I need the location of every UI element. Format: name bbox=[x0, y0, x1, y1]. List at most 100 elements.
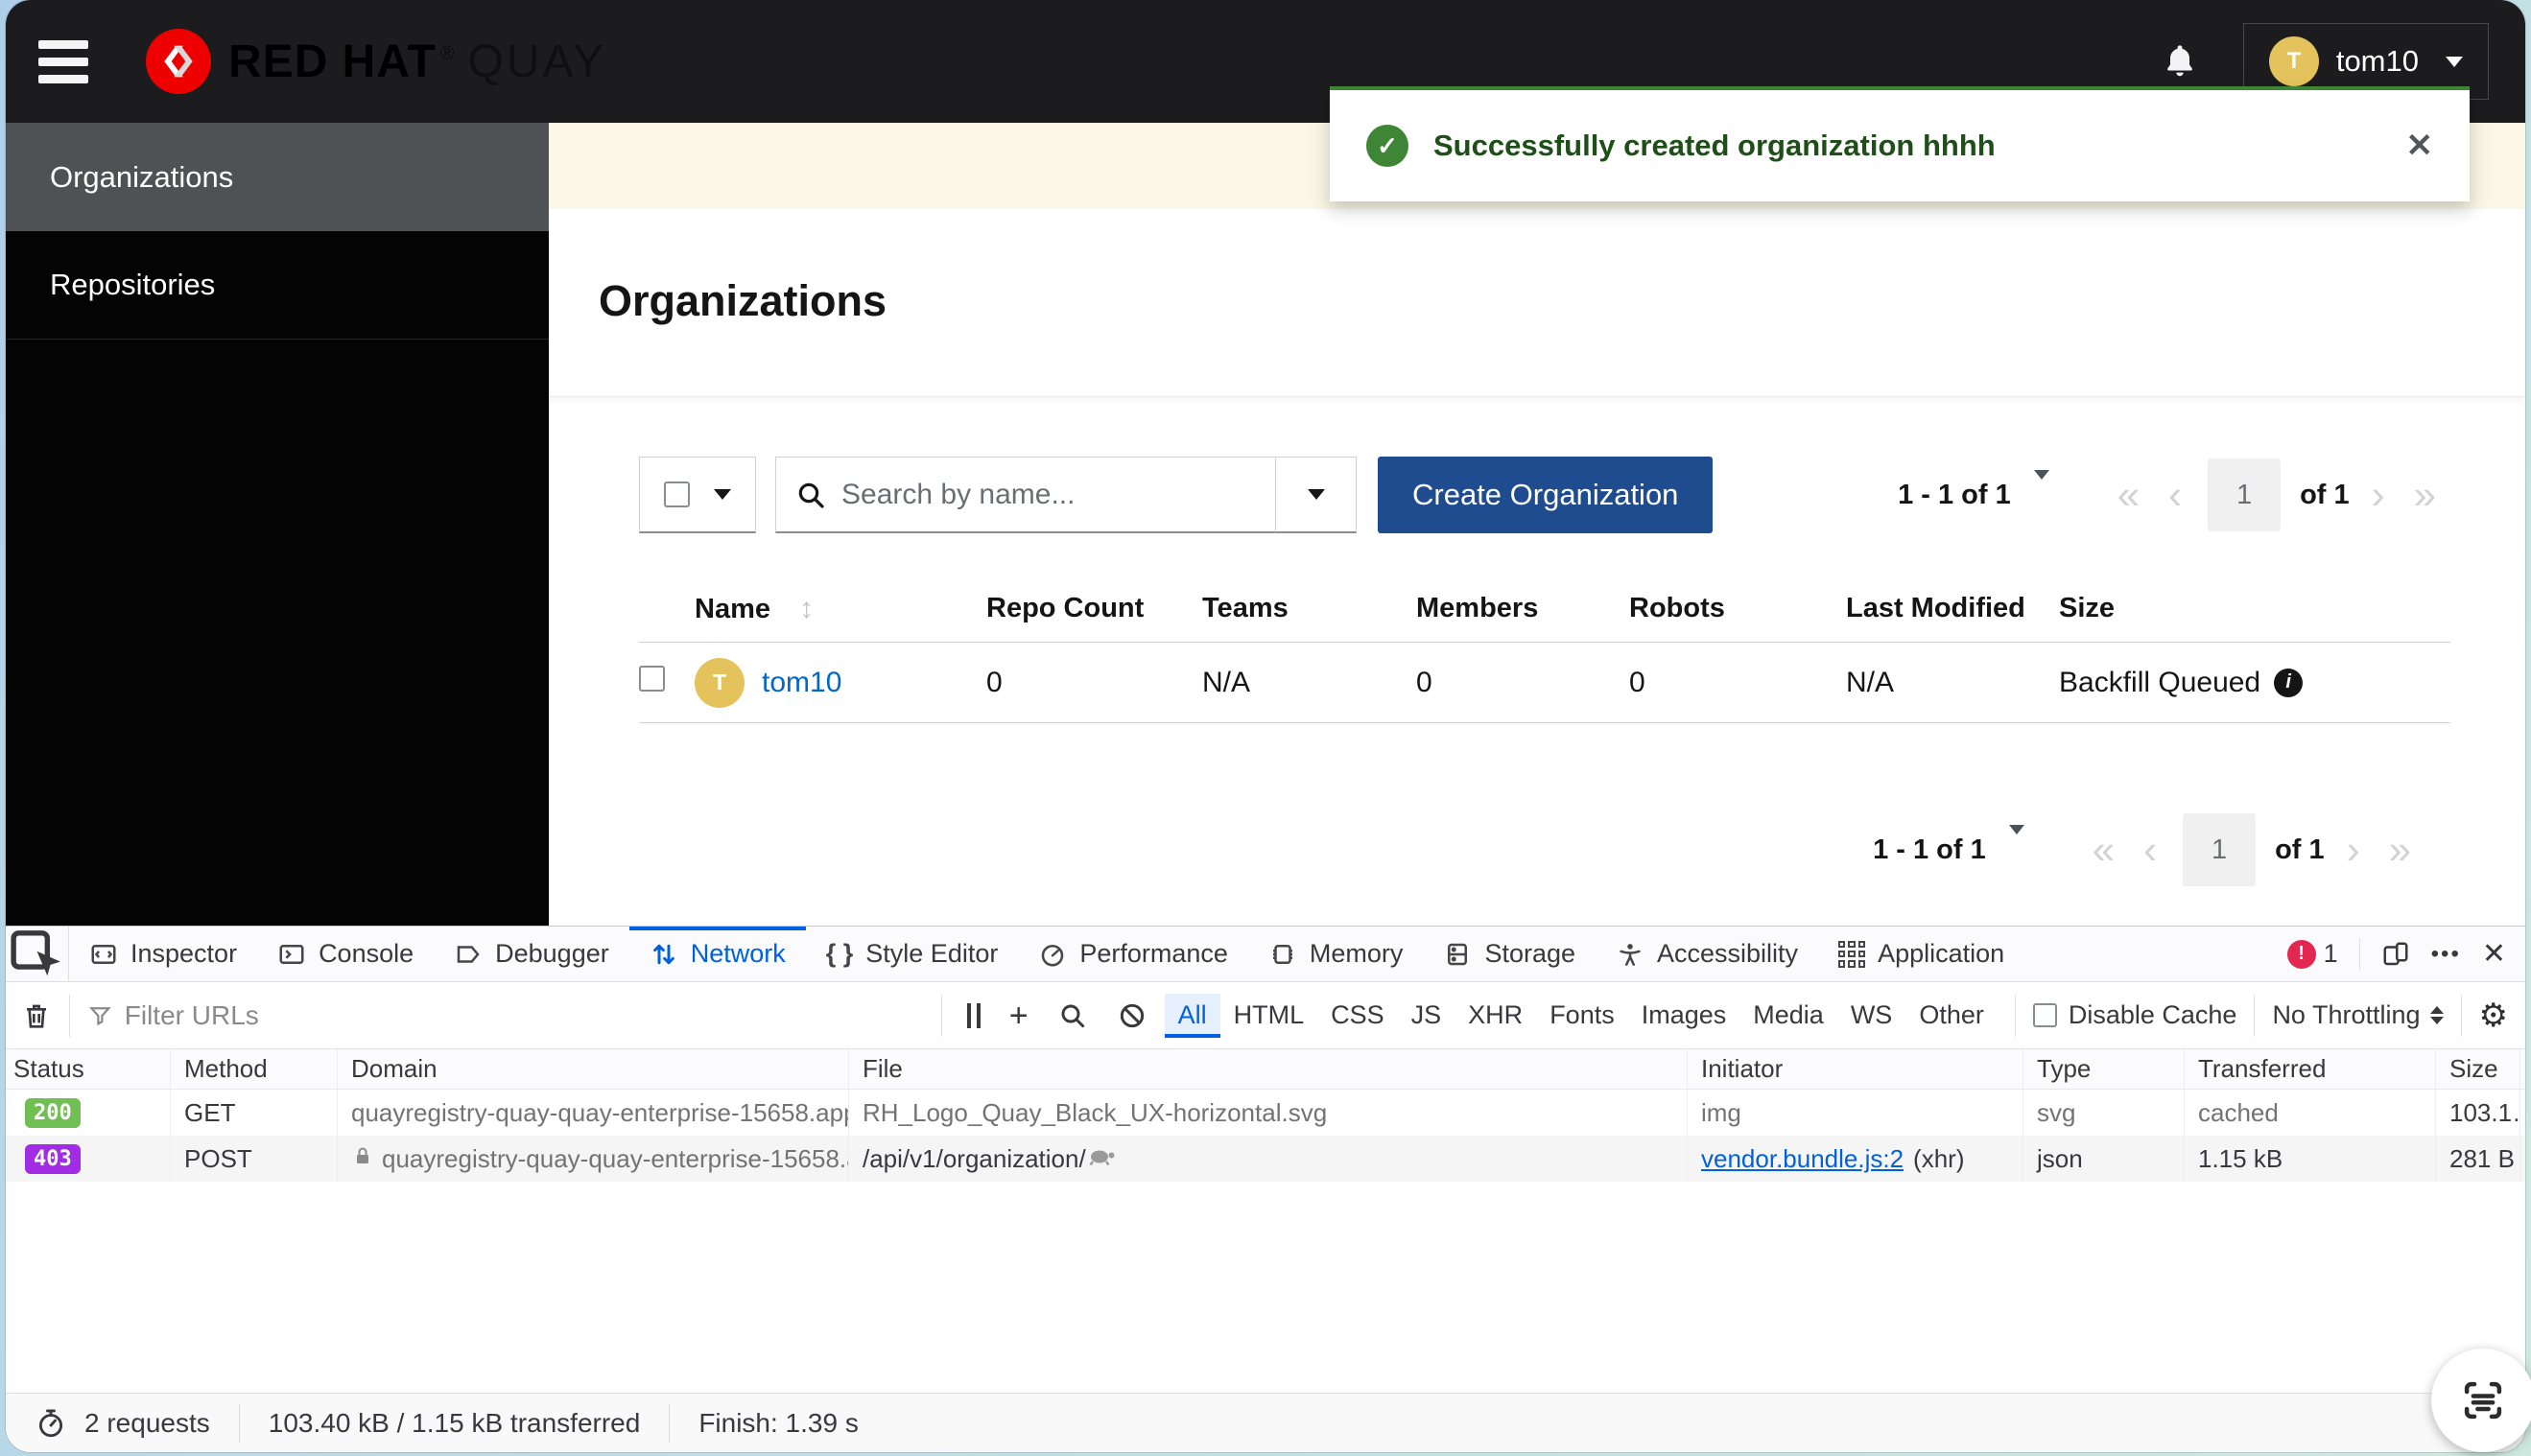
net-column-status[interactable]: Status bbox=[6, 1049, 171, 1089]
search-options-dropdown[interactable] bbox=[1276, 457, 1357, 533]
search-box bbox=[775, 457, 1357, 533]
filter-js[interactable]: JS bbox=[1398, 994, 1455, 1038]
net-column-initiator[interactable]: Initiator bbox=[1688, 1049, 2023, 1089]
filter-fonts[interactable]: Fonts bbox=[1536, 994, 1628, 1038]
filter-other[interactable]: Other bbox=[1905, 994, 1998, 1038]
column-members: Members bbox=[1416, 593, 1629, 624]
net-column-domain[interactable]: Domain bbox=[338, 1049, 849, 1089]
net-column-size[interactable]: Size bbox=[2436, 1049, 2520, 1089]
filter-xhr[interactable]: XHR bbox=[1455, 994, 1536, 1038]
filter-ws[interactable]: WS bbox=[1837, 994, 1906, 1038]
pause-icon[interactable] bbox=[967, 1003, 981, 1028]
text-scan-button[interactable] bbox=[2431, 1349, 2531, 1452]
tab-console[interactable]: Console bbox=[257, 927, 434, 981]
bulk-select-checkbox[interactable] bbox=[664, 481, 690, 507]
column-size: Size bbox=[2059, 593, 2450, 624]
devtools-panel: Inspector Console Debugger Network { } S… bbox=[6, 926, 2525, 1452]
filter-media[interactable]: Media bbox=[1739, 994, 1837, 1038]
tab-storage[interactable]: Storage bbox=[1423, 927, 1596, 981]
new-request-icon[interactable]: + bbox=[1009, 999, 1029, 1032]
lock-icon bbox=[351, 1144, 382, 1174]
pagination-range: 1 - 1 of 1 bbox=[1898, 480, 2011, 511]
prev-page-button[interactable]: ‹ bbox=[2154, 475, 2196, 515]
app-body: Organizations Repositories Organizations bbox=[6, 123, 2525, 926]
tab-network[interactable]: Network bbox=[629, 927, 806, 981]
filter-css[interactable]: CSS bbox=[1317, 994, 1398, 1038]
error-count-badge[interactable]: ! 1 bbox=[2287, 939, 2338, 969]
net-column-waterfall bbox=[2520, 1049, 2525, 1089]
tab-memory[interactable]: Memory bbox=[1248, 927, 1424, 981]
devtools-menu-icon[interactable]: ••• bbox=[2431, 941, 2461, 968]
search-input[interactable] bbox=[841, 479, 1256, 511]
bulk-select-dropdown[interactable] bbox=[639, 457, 756, 533]
pagination-nav: « ‹ 1 of 1 › » bbox=[2078, 813, 2425, 886]
first-page-button[interactable]: « bbox=[2078, 830, 2129, 870]
current-page-input[interactable]: 1 bbox=[2208, 458, 2281, 531]
row-checkbox[interactable] bbox=[639, 666, 665, 692]
hamburger-menu-icon[interactable] bbox=[6, 40, 121, 83]
info-icon[interactable]: i bbox=[2274, 669, 2303, 697]
notification-bell-icon[interactable] bbox=[2161, 42, 2199, 81]
filter-urls-input[interactable] bbox=[125, 1000, 924, 1031]
org-name-link[interactable]: tom10 bbox=[762, 667, 841, 699]
page-of-label: of 1 bbox=[2275, 834, 2325, 866]
network-request-row[interactable]: 403 POST quayregistry-quay-quay-enterpri… bbox=[6, 1136, 2525, 1182]
pick-element-icon[interactable] bbox=[6, 927, 69, 981]
table-row: T tom10 0 N/A 0 0 N/A Backfill Queued i bbox=[639, 643, 2450, 723]
search-requests-icon[interactable] bbox=[1057, 1000, 1088, 1031]
block-requests-icon[interactable] bbox=[1117, 1000, 1147, 1031]
debugger-icon bbox=[454, 940, 483, 969]
status-badge: 403 bbox=[25, 1144, 81, 1174]
initiator-link[interactable]: vendor.bundle.js:2 bbox=[1701, 1144, 1904, 1174]
per-page-dropdown[interactable] bbox=[2009, 834, 2024, 866]
clear-requests-icon[interactable] bbox=[21, 1000, 52, 1031]
network-request-row[interactable]: 200 GET quayregistry-quay-quay-enterpris… bbox=[6, 1090, 2525, 1136]
throttling-select[interactable]: No Throttling bbox=[2272, 1000, 2443, 1030]
per-page-dropdown[interactable] bbox=[2034, 480, 2049, 511]
table-header-row: Name↕ Repo Count Teams Members Robots La… bbox=[639, 575, 2450, 643]
tab-accessibility[interactable]: Accessibility bbox=[1596, 927, 1818, 981]
net-column-file[interactable]: File bbox=[849, 1049, 1688, 1089]
tab-debugger[interactable]: Debugger bbox=[434, 927, 629, 981]
tab-application[interactable]: Application bbox=[1818, 927, 2024, 981]
screen: RED HAT ® QUAY T tom10 ✓ Successfully cr… bbox=[0, 0, 2531, 1456]
tab-style-editor[interactable]: { } Style Editor bbox=[806, 927, 1019, 981]
error-count: 1 bbox=[2324, 939, 2338, 969]
net-column-method[interactable]: Method bbox=[171, 1049, 338, 1089]
sidebar-item-repositories[interactable]: Repositories bbox=[6, 231, 549, 340]
last-page-button[interactable]: » bbox=[2400, 475, 2450, 515]
network-action-icons: + bbox=[959, 999, 1155, 1032]
next-page-button[interactable]: › bbox=[2332, 830, 2375, 870]
next-page-button[interactable]: › bbox=[2357, 475, 2400, 515]
filter-html[interactable]: HTML bbox=[1220, 994, 1318, 1038]
filter-all[interactable]: All bbox=[1165, 994, 1220, 1038]
request-type: svg bbox=[2023, 1090, 2185, 1136]
create-organization-button[interactable]: Create Organization bbox=[1378, 457, 1713, 533]
console-icon bbox=[277, 940, 306, 969]
registered-mark: ® bbox=[440, 43, 455, 65]
toast-close-icon[interactable]: ✕ bbox=[2406, 127, 2434, 165]
filter-images[interactable]: Images bbox=[1628, 994, 1740, 1038]
sidebar-item-organizations[interactable]: Organizations bbox=[6, 123, 549, 231]
net-column-transferred[interactable]: Transferred bbox=[2185, 1049, 2436, 1089]
request-transferred: 1.15 kB bbox=[2185, 1136, 2436, 1182]
cell-repo-count: 0 bbox=[986, 667, 1202, 699]
net-column-type[interactable]: Type bbox=[2023, 1049, 2185, 1089]
responsive-design-mode-icon[interactable] bbox=[2381, 940, 2410, 969]
disable-cache-checkbox[interactable] bbox=[2033, 1003, 2057, 1027]
search-field[interactable] bbox=[775, 457, 1276, 533]
error-icon: ! bbox=[2287, 940, 2316, 969]
filter-urls-field[interactable] bbox=[87, 1000, 924, 1031]
devtools-tabbar-right: ! 1 ••• ✕ bbox=[2268, 927, 2525, 981]
tab-performance[interactable]: Performance bbox=[1018, 927, 1248, 981]
current-page-input[interactable]: 1 bbox=[2183, 813, 2256, 886]
sort-icon[interactable]: ↕ bbox=[799, 593, 814, 624]
first-page-button[interactable]: « bbox=[2103, 475, 2154, 515]
tab-inspector[interactable]: Inspector bbox=[69, 927, 257, 981]
prev-page-button[interactable]: ‹ bbox=[2129, 830, 2171, 870]
devtools-close-icon[interactable]: ✕ bbox=[2482, 937, 2506, 971]
cell-size: Backfill Queued bbox=[2059, 667, 2260, 699]
last-page-button[interactable]: » bbox=[2375, 830, 2425, 870]
requests-count[interactable]: 2 requests bbox=[6, 1394, 239, 1452]
network-settings-gear-icon[interactable]: ⚙ bbox=[2479, 997, 2508, 1035]
